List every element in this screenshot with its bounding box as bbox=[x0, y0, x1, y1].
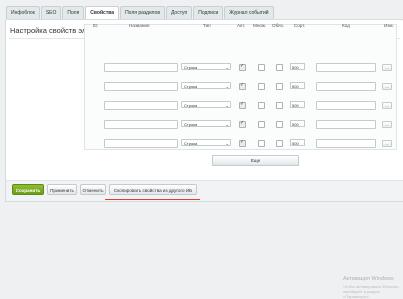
required-checkbox[interactable] bbox=[276, 102, 283, 109]
activation-watermark-text: Чтобы активировать Windows, перейдите в … bbox=[343, 284, 400, 299]
col-header-id: ID bbox=[93, 23, 98, 28]
active-checkbox[interactable] bbox=[239, 63, 246, 71]
active-checkbox[interactable] bbox=[239, 120, 246, 128]
active-checkbox[interactable] bbox=[239, 139, 246, 147]
required-checkbox[interactable] bbox=[276, 140, 283, 147]
name-input[interactable] bbox=[104, 120, 178, 129]
sort-input[interactable]: 500 bbox=[290, 82, 305, 89]
table-row: Строка ⌄ 500 ... bbox=[84, 99, 395, 115]
edit-button[interactable]: ... bbox=[382, 64, 392, 71]
chevron-down-icon: ⌄ bbox=[225, 141, 229, 146]
multiple-checkbox[interactable] bbox=[258, 64, 265, 71]
edit-button[interactable]: ... bbox=[382, 102, 392, 109]
required-checkbox[interactable] bbox=[276, 83, 283, 90]
col-header-multiple: Множ. bbox=[253, 23, 267, 28]
code-input[interactable] bbox=[316, 63, 376, 72]
col-header-required: Обяз. bbox=[272, 23, 284, 28]
col-header-edit: Изм. bbox=[384, 23, 394, 28]
type-select[interactable]: Строка ⌄ bbox=[181, 82, 231, 89]
type-select[interactable]: Строка ⌄ bbox=[181, 101, 231, 108]
save-button[interactable]: Сохранить bbox=[12, 184, 44, 195]
table-row: Строка ⌄ 500 ... bbox=[84, 118, 395, 134]
tab-fields[interactable]: Поля bbox=[62, 6, 85, 19]
code-input[interactable] bbox=[316, 139, 376, 148]
tab-access[interactable]: Доступ bbox=[165, 6, 193, 19]
edit-button[interactable]: ... bbox=[382, 83, 392, 90]
multiple-checkbox[interactable] bbox=[258, 121, 265, 128]
code-input[interactable] bbox=[316, 101, 376, 110]
table-row: Строка ⌄ 500 ... bbox=[84, 80, 395, 96]
tab-captions[interactable]: Подписи bbox=[193, 6, 224, 19]
col-header-code: Код bbox=[342, 23, 350, 28]
active-checkbox[interactable] bbox=[239, 101, 246, 109]
tab-properties[interactable]: Свойства bbox=[85, 6, 120, 20]
cancel-button[interactable]: Отменить bbox=[80, 184, 106, 195]
type-select[interactable]: Строка ⌄ bbox=[181, 139, 231, 146]
tab-event-log[interactable]: Журнал событий bbox=[224, 6, 274, 19]
tab-bar: Инфоблок SEO Поля Свойства Поля разделов… bbox=[6, 6, 275, 20]
type-value: Строка bbox=[184, 84, 198, 89]
table-row: Строка ⌄ 500 ... bbox=[84, 61, 395, 77]
active-checkbox[interactable] bbox=[239, 82, 246, 90]
activation-watermark-title: Активация Windows bbox=[343, 276, 394, 282]
type-value: Строка bbox=[184, 65, 198, 70]
highlight-underline bbox=[105, 199, 200, 200]
multiple-checkbox[interactable] bbox=[258, 140, 265, 147]
sort-input[interactable]: 500 bbox=[290, 120, 305, 127]
apply-button[interactable]: Применить bbox=[47, 184, 77, 195]
col-header-name: Название bbox=[129, 23, 150, 28]
col-header-type: Тип bbox=[203, 23, 211, 28]
name-input[interactable] bbox=[104, 139, 178, 148]
code-input[interactable] bbox=[316, 82, 376, 91]
edit-button[interactable]: ... bbox=[382, 121, 392, 128]
chevron-down-icon: ⌄ bbox=[225, 122, 229, 127]
copy-properties-button[interactable]: Скопировать свойства из другого ИБ bbox=[109, 184, 197, 195]
col-header-active: Акт. bbox=[237, 23, 245, 28]
type-select[interactable]: Строка ⌄ bbox=[181, 120, 231, 127]
chevron-down-icon: ⌄ bbox=[225, 103, 229, 108]
sort-input[interactable]: 500 bbox=[290, 63, 305, 70]
name-input[interactable] bbox=[104, 82, 178, 91]
sort-input[interactable]: 500 bbox=[290, 101, 305, 108]
chevron-down-icon: ⌄ bbox=[225, 84, 229, 89]
sort-input[interactable]: 500 bbox=[290, 139, 305, 146]
type-value: Строка bbox=[184, 122, 198, 127]
chevron-down-icon: ⌄ bbox=[225, 65, 229, 70]
code-input[interactable] bbox=[316, 120, 376, 129]
required-checkbox[interactable] bbox=[276, 121, 283, 128]
table-row: Строка ⌄ 500 ... bbox=[84, 137, 395, 153]
more-button[interactable]: Еще bbox=[212, 155, 299, 166]
tab-seo[interactable]: SEO bbox=[40, 6, 62, 19]
required-checkbox[interactable] bbox=[276, 64, 283, 71]
tab-infoblock[interactable]: Инфоблок bbox=[6, 6, 40, 19]
type-value: Строка bbox=[184, 141, 198, 146]
multiple-checkbox[interactable] bbox=[258, 102, 265, 109]
type-select[interactable]: Строка ⌄ bbox=[181, 63, 231, 70]
edit-button[interactable]: ... bbox=[382, 140, 392, 147]
name-input[interactable] bbox=[104, 101, 178, 110]
name-input[interactable] bbox=[104, 63, 178, 72]
tab-section-fields[interactable]: Поля разделов bbox=[120, 6, 165, 19]
col-header-sort: Сорт. bbox=[294, 23, 306, 28]
multiple-checkbox[interactable] bbox=[258, 83, 265, 90]
type-value: Строка bbox=[184, 103, 198, 108]
